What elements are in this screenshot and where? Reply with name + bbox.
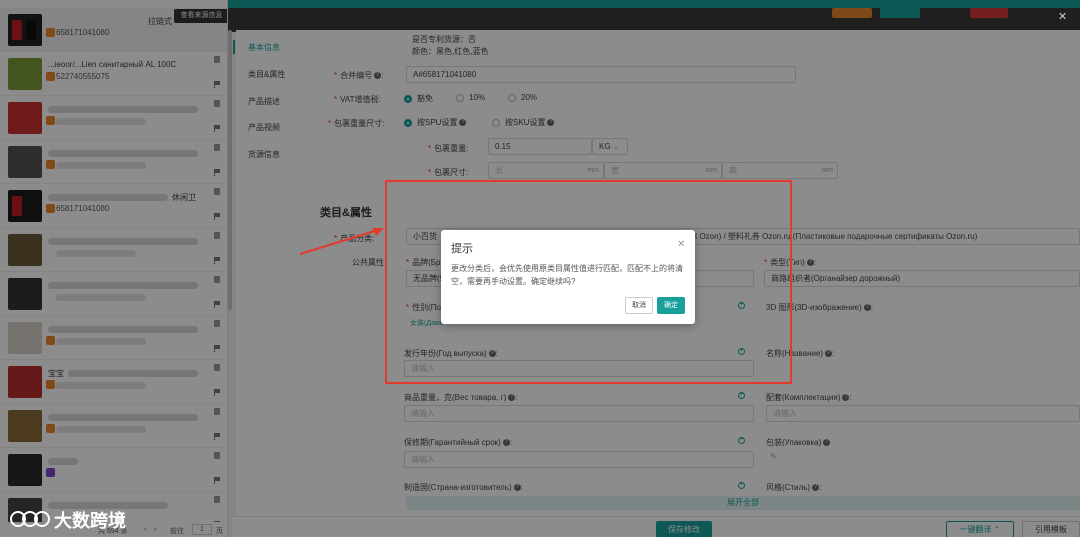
annotation-arrow-icon <box>299 228 384 255</box>
cancel-button[interactable]: 取消 <box>625 297 653 314</box>
watermark: 大数跨境 <box>8 505 126 531</box>
app-window: 拉链式 658171041080 查看来源信息 ...ieoor/...Lien… <box>0 0 1080 537</box>
dialog-message: 更改分类后，会优先使用原类目属性值进行匹配，匹配不上的将清空，需要再手动设置。确… <box>451 264 683 286</box>
watermark-logo-icon <box>10 511 50 527</box>
drawer-close-icon[interactable]: ✕ <box>1058 10 1067 23</box>
confirm-button[interactable]: 确定 <box>657 297 685 314</box>
confirm-dialog: 提示 ✕ 更改分类后，会优先使用原类目属性值进行匹配，匹配不上的将清空，需要再手… <box>441 230 695 324</box>
dialog-title: 提示 <box>451 243 473 255</box>
close-icon[interactable]: ✕ <box>677 239 685 250</box>
watermark-text: 大数跨境 <box>54 511 126 531</box>
